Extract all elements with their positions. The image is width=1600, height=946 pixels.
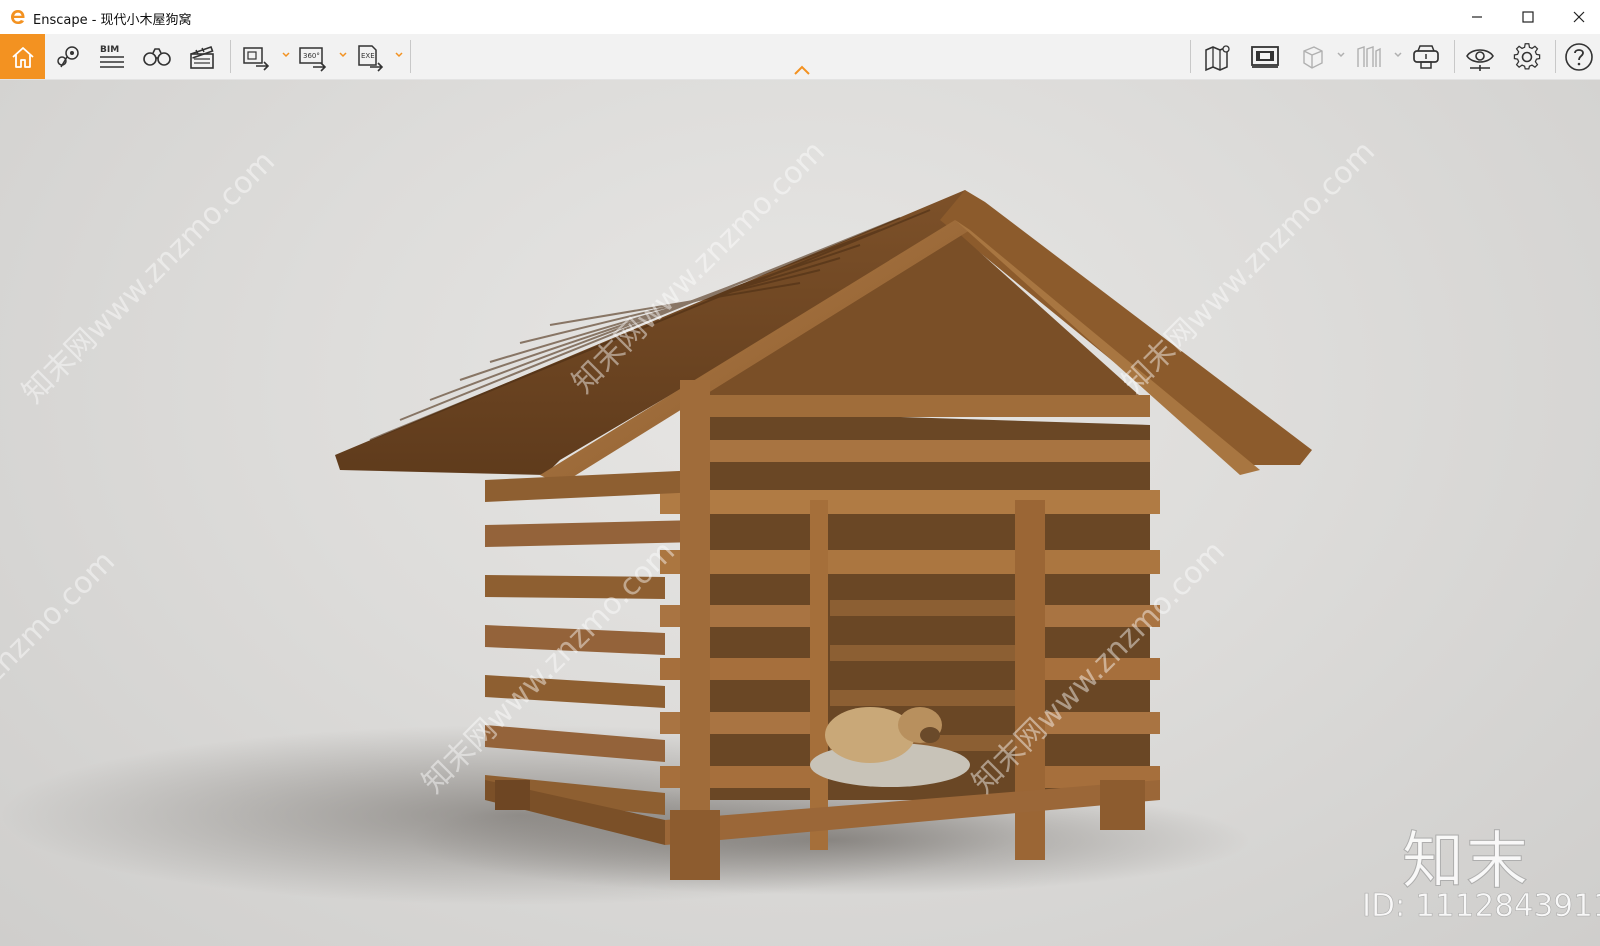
views-button[interactable] [50, 34, 86, 79]
map-button[interactable] [1200, 34, 1236, 79]
export-image-button[interactable] [238, 34, 274, 79]
bim-label: BIM [100, 45, 119, 55]
export-exe-label: EXE [361, 52, 375, 60]
cube-icon [1303, 45, 1323, 69]
minimize-icon [1472, 16, 1482, 18]
material-cube-dropdown-icon[interactable] [1336, 50, 1346, 60]
vr-icon [1413, 44, 1439, 69]
home-icon [11, 46, 34, 68]
material-cube-button[interactable] [1294, 34, 1330, 79]
gear-icon [1513, 42, 1541, 70]
toolbar-divider [1555, 40, 1556, 73]
enscape-window: Enscape - 现代小木屋狗窝 BIM 360° EXE 知末网www.zn… [0, 0, 1600, 946]
bim-button[interactable]: BIM [94, 34, 130, 79]
binoculars-button[interactable] [139, 34, 175, 79]
chevron-up-icon[interactable] [792, 63, 812, 77]
maximize-icon [1522, 11, 1534, 23]
toolbar-divider [1190, 40, 1191, 73]
home-button[interactable] [0, 34, 45, 79]
settings-button[interactable] [1509, 34, 1545, 79]
export-panorama-button[interactable]: 360° [295, 34, 331, 79]
bim-info-icon [1357, 45, 1381, 67]
toolbar-divider [1454, 40, 1455, 73]
enscape-logo-icon [11, 10, 25, 24]
eye-icon [1466, 48, 1494, 71]
maximize-button[interactable] [1503, 0, 1553, 34]
export-exe-dropdown-icon[interactable] [394, 50, 404, 60]
map-pin-icon [57, 45, 79, 67]
bim-icon: BIM [100, 45, 124, 68]
bim-info-button[interactable] [1351, 34, 1387, 79]
toolbar-divider [410, 40, 411, 73]
minimize-button[interactable] [1452, 0, 1502, 34]
watermark-logo: 知末 [1401, 824, 1531, 898]
export-360-icon: 360° [299, 46, 327, 72]
export-image-icon [243, 46, 270, 71]
export-exe-button[interactable]: EXE [352, 34, 388, 79]
toolbar-divider [230, 40, 231, 73]
clapperboard-icon [190, 45, 214, 69]
close-button[interactable] [1554, 0, 1600, 34]
monitor-frame-icon [1251, 45, 1279, 68]
help-button[interactable] [1561, 34, 1597, 79]
binoculars-icon [143, 47, 171, 66]
close-icon [1573, 11, 1585, 23]
export-panorama-dropdown-icon[interactable] [338, 50, 348, 60]
visual-settings-button[interactable] [1462, 34, 1498, 79]
screenshot-frame-button[interactable] [1247, 34, 1283, 79]
video-editor-button[interactable] [184, 34, 220, 79]
title-bar: Enscape - 现代小木屋狗窝 [0, 0, 1600, 34]
export-exe-icon: EXE [358, 44, 384, 72]
render-viewport[interactable]: 知末网www.znzmo.com 知末网www.znzmo.com 知末网www… [0, 80, 1600, 946]
vr-mode-button[interactable] [1408, 34, 1444, 79]
bim-info-dropdown-icon[interactable] [1393, 50, 1403, 60]
map-icon [1205, 44, 1230, 71]
watermark-id: ID: 1112843911 [1362, 888, 1600, 925]
main-toolbar: BIM 360° EXE [0, 34, 1600, 80]
export-360-label: 360° [303, 52, 320, 60]
window-title: Enscape - 现代小木屋狗窝 [33, 13, 192, 28]
help-icon [1565, 42, 1593, 71]
export-image-dropdown-icon[interactable] [281, 50, 291, 60]
